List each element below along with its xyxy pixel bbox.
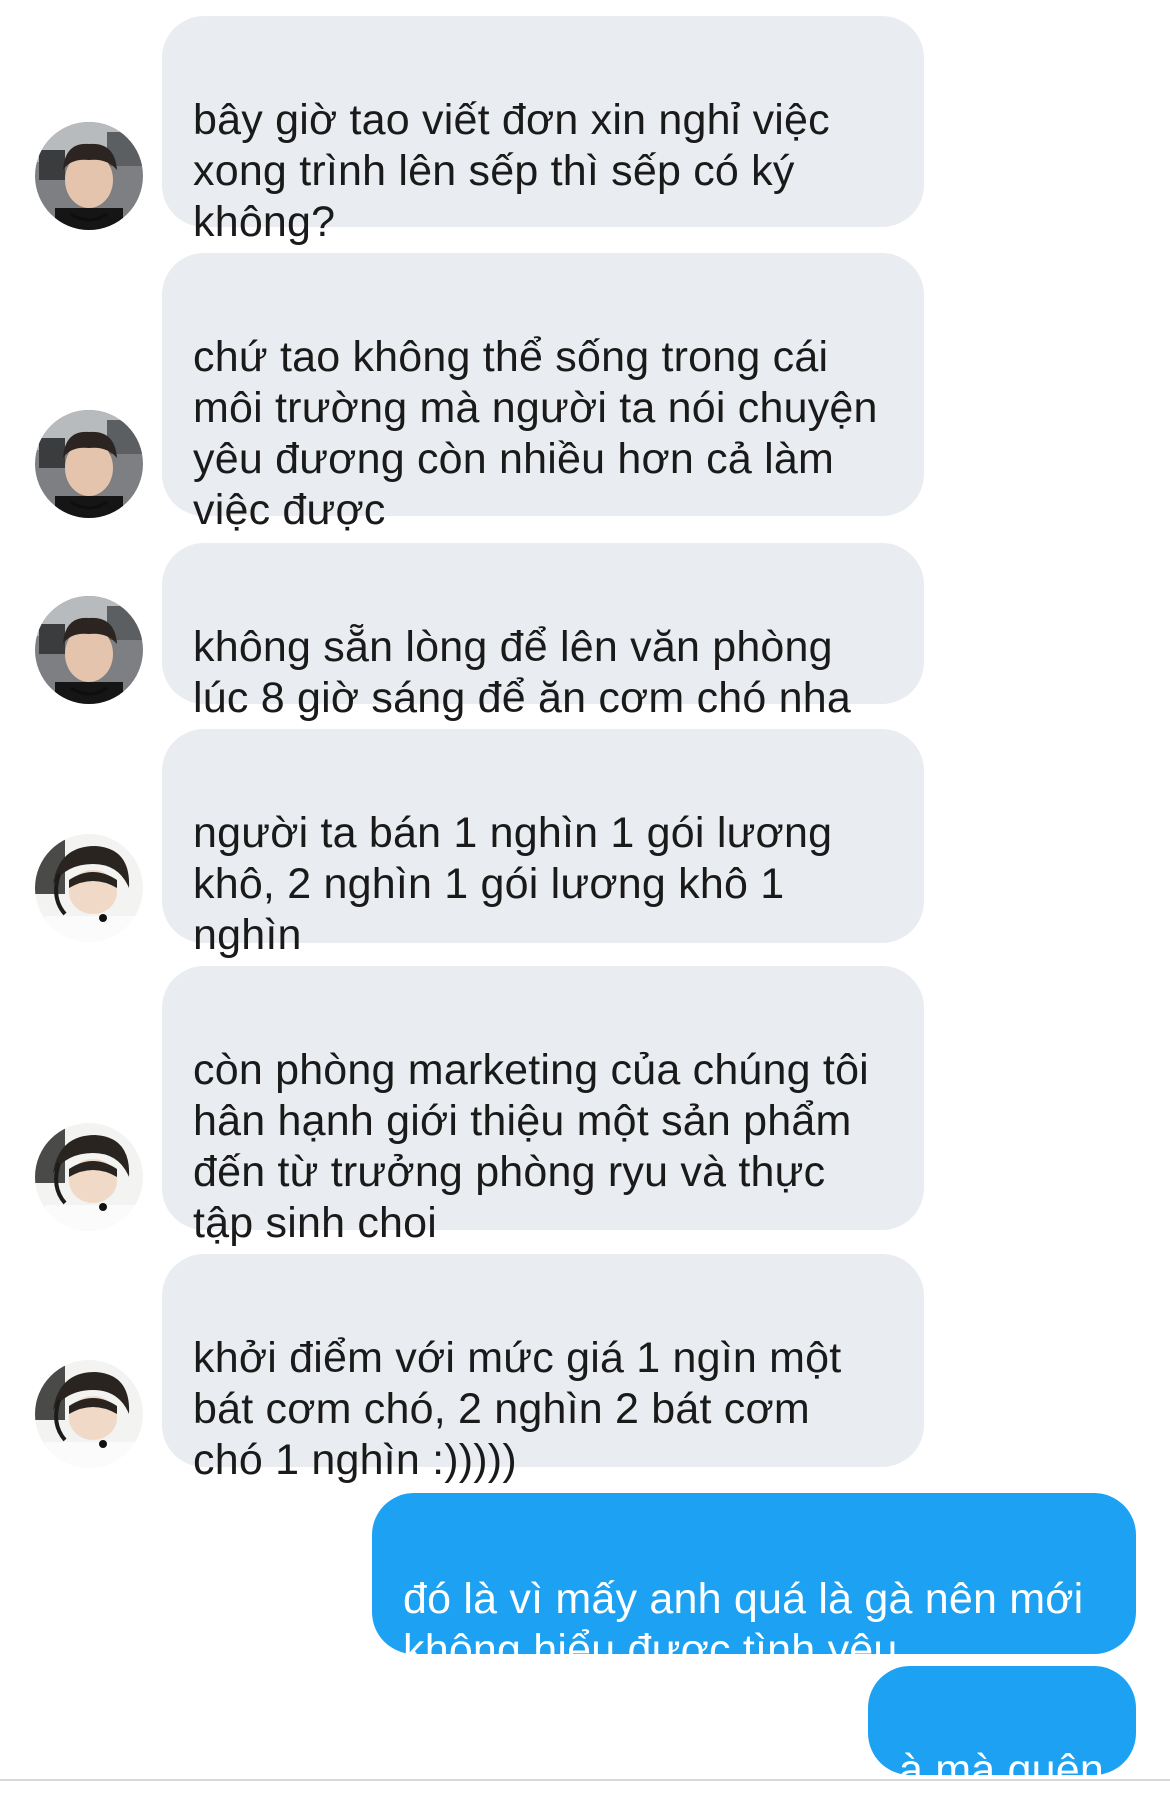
chat-thread: bây giờ tao viết đơn xin nghỉ việc xong … bbox=[0, 0, 1170, 1794]
outgoing-message-bubble[interactable]: à mà quên bbox=[868, 1666, 1136, 1794]
message-text: bây giờ tao viết đơn xin nghỉ việc xong … bbox=[193, 96, 830, 246]
incoming-message-bubble[interactable]: chứ tao không thể sống trong cái môi trư… bbox=[162, 253, 924, 534]
avatar-photo-icon bbox=[35, 122, 143, 230]
avatar-photo-icon bbox=[35, 1123, 143, 1231]
sender-avatar[interactable] bbox=[35, 122, 143, 230]
incoming-message-bubble[interactable]: còn phòng marketing của chúng tôi hân hạ… bbox=[162, 966, 924, 1247]
avatar-photo-icon bbox=[35, 1360, 143, 1468]
incoming-message-bubble[interactable]: bây giờ tao viết đơn xin nghỉ việc xong … bbox=[162, 16, 924, 246]
sender-avatar[interactable] bbox=[35, 1360, 143, 1468]
message-text: đó là vì mấy anh quá là gà nên mới không… bbox=[403, 1575, 1084, 1674]
message-text: còn phòng marketing của chúng tôi hân hạ… bbox=[193, 1046, 869, 1247]
avatar-photo-icon bbox=[35, 410, 143, 518]
sender-avatar[interactable] bbox=[35, 596, 143, 704]
message-text: không sẵn lòng để lên văn phòng lúc 8 gi… bbox=[193, 623, 852, 722]
message-text: à mà quên bbox=[899, 1746, 1105, 1794]
incoming-message-bubble[interactable]: không sẵn lòng để lên văn phòng lúc 8 gi… bbox=[162, 543, 924, 722]
sender-avatar[interactable] bbox=[35, 834, 143, 942]
sender-avatar[interactable] bbox=[35, 1123, 143, 1231]
outgoing-message-bubble[interactable]: đó là vì mấy anh quá là gà nên mới không… bbox=[372, 1493, 1136, 1674]
avatar-photo-icon bbox=[35, 596, 143, 704]
message-text: khởi điểm với mức giá 1 ngìn một bát cơm… bbox=[193, 1334, 842, 1484]
sender-avatar[interactable] bbox=[35, 410, 143, 518]
message-text: chứ tao không thể sống trong cái môi trư… bbox=[193, 333, 878, 534]
divider bbox=[0, 1779, 1170, 1781]
incoming-message-bubble[interactable]: khởi điểm với mức giá 1 ngìn một bát cơm… bbox=[162, 1254, 924, 1484]
message-text: người ta bán 1 nghìn 1 gói lương khô, 2 … bbox=[193, 809, 833, 959]
incoming-message-bubble[interactable]: người ta bán 1 nghìn 1 gói lương khô, 2 … bbox=[162, 729, 924, 959]
avatar-photo-icon bbox=[35, 834, 143, 942]
